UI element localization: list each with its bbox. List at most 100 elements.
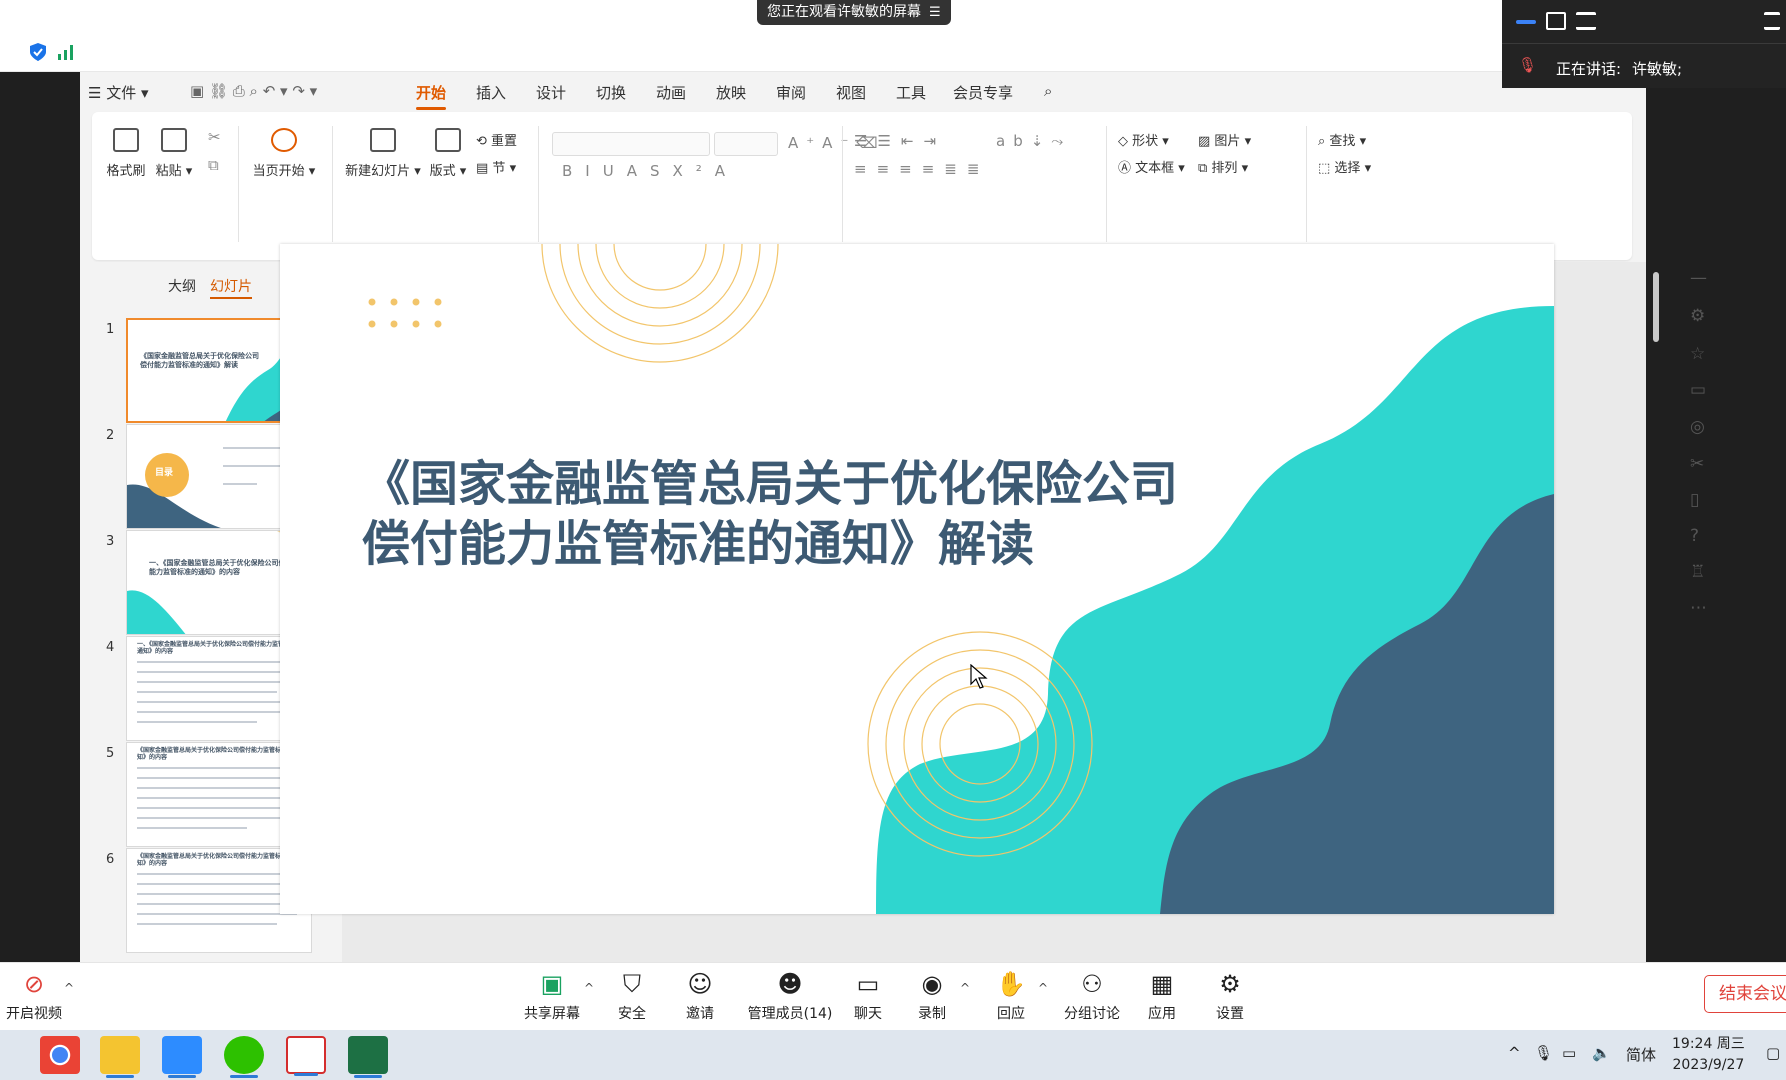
tab-start[interactable]: 开始 xyxy=(416,82,447,110)
share-banner-text: 您正在观看许敏敏的屏幕 xyxy=(767,4,921,20)
pdf-app-icon[interactable] xyxy=(286,1036,326,1076)
tab-review[interactable]: 审阅 xyxy=(776,82,806,103)
end-meeting-button[interactable]: 结束会议 xyxy=(1704,975,1786,1013)
ribbon-divider xyxy=(842,126,843,242)
book-icon[interactable]: ▯ xyxy=(1690,490,1699,510)
reset-button[interactable]: ⟲ 重置 xyxy=(476,130,517,149)
copy-icon[interactable]: ⧉ xyxy=(208,156,219,174)
file-menu[interactable]: ☰ 文件 ▾ xyxy=(88,82,149,103)
paste-button[interactable]: 粘贴 ▾ xyxy=(152,128,196,179)
ribbon-divider xyxy=(1306,126,1307,242)
signal-icon[interactable] xyxy=(56,42,76,62)
tab-slideshow[interactable]: 放映 xyxy=(716,82,746,103)
play-from-current-button[interactable]: 当页开始 ▾ xyxy=(244,128,324,179)
cut-icon[interactable]: ✂ xyxy=(208,128,221,146)
settings-button[interactable]: ⚙ 设置 xyxy=(1210,969,1250,1023)
excel-icon[interactable] xyxy=(348,1036,388,1078)
text-direction-icons[interactable]: ab⇣⤳ xyxy=(996,132,1071,150)
apps-button[interactable]: ▦ 应用 xyxy=(1142,969,1182,1023)
right-tool-column: — ⚙ ☆ ▭ ◎ ✂ ▯ ? ♖ ⋯ xyxy=(1680,262,1726,962)
file-explorer-icon[interactable] xyxy=(100,1036,140,1078)
arrange-button[interactable]: ⧉ 排列 ▾ xyxy=(1198,157,1248,176)
apps-grid-icon: ▦ xyxy=(1150,970,1174,998)
current-slide[interactable]: 《国家金融监管总局关于优化保险公司 偿付能力监管标准的通知》解读 xyxy=(280,244,1554,914)
shield-icon[interactable] xyxy=(28,42,48,62)
star-icon[interactable]: ☆ xyxy=(1690,344,1705,364)
thumbnail-text-line xyxy=(137,671,287,673)
record-button[interactable]: ◉ 录制 xyxy=(912,969,952,1023)
reactions-options-caret[interactable]: ^ xyxy=(1038,981,1048,995)
find-button[interactable]: ⌕ 查找 ▾ xyxy=(1318,130,1366,149)
new-slide-button[interactable]: 新建幻灯片 ▾ xyxy=(342,128,424,179)
microphone-icon[interactable]: 🎙 xyxy=(1534,1044,1553,1062)
font-family-select[interactable] xyxy=(552,132,710,156)
search-icon[interactable]: ⌕ xyxy=(1044,82,1052,100)
share-options-caret[interactable]: ^ xyxy=(584,981,594,995)
tab-outline[interactable]: 大纲 xyxy=(168,279,196,295)
adjust-icon[interactable]: ⚙ xyxy=(1690,306,1705,326)
video-options-caret[interactable]: ^ xyxy=(64,981,74,995)
slide-scrollbar[interactable] xyxy=(1653,272,1659,342)
comment-icon[interactable]: ▭ xyxy=(1690,380,1706,400)
shape-button[interactable]: ◇ 形状 ▾ xyxy=(1118,130,1169,149)
paragraph-align-icons[interactable]: ≡≡≡≡≣≣ xyxy=(854,160,989,178)
list-indent-icons[interactable]: ☰☰⇤⇥ xyxy=(854,132,946,150)
record-options-caret[interactable]: ^ xyxy=(960,981,970,995)
tab-design[interactable]: 设计 xyxy=(536,82,566,103)
manage-participants-button[interactable]: ☻ 管理成员(14) xyxy=(740,969,840,1023)
share-screen-icon: ▣ xyxy=(540,970,564,998)
share-screen-button[interactable]: ▣ 共享屏幕 xyxy=(520,969,584,1023)
zoom-app-icon[interactable] xyxy=(162,1036,202,1078)
font-style-icons[interactable]: BIUASX²A xyxy=(562,162,738,180)
help-icon[interactable]: ? xyxy=(1690,526,1699,546)
tab-view[interactable]: 视图 xyxy=(836,82,866,103)
tab-transition[interactable]: 切换 xyxy=(596,82,626,103)
tab-slides[interactable]: 幻灯片 xyxy=(210,279,252,299)
concentric-circles-top xyxy=(541,244,779,363)
start-video-button[interactable]: ⊘ 开启视频 xyxy=(4,969,64,1023)
shirt-icon[interactable]: ♖ xyxy=(1690,562,1705,582)
menu-lines-icon[interactable]: ☰ xyxy=(929,5,941,20)
system-clock[interactable]: 19:24 周三 2023/9/27 xyxy=(1672,1034,1745,1076)
reactions-button[interactable]: ✋ 回应 xyxy=(991,969,1031,1023)
list-view-icon[interactable] xyxy=(1764,12,1780,30)
menu-bar: ☰ 文件 ▾ ▣ ⛓ ⎙ ⌕ ↶ ▾ ↷ ▾ 开始 插入 设计 切换 动画 放映… xyxy=(80,72,1646,110)
show-hidden-icons-caret[interactable]: ^ xyxy=(1508,1044,1521,1062)
tools-icon[interactable]: ✂ xyxy=(1690,454,1704,474)
section-button[interactable]: ▤ 节 ▾ xyxy=(476,157,516,176)
tab-animation[interactable]: 动画 xyxy=(656,82,686,103)
picture-button[interactable]: ▨ 图片 ▾ xyxy=(1198,130,1251,149)
invite-button[interactable]: ☺ 邀请 xyxy=(680,969,720,1023)
ime-indicator[interactable]: 简体 xyxy=(1626,1044,1656,1065)
screen-share-banner[interactable]: 您正在观看许敏敏的屏幕 ☰ xyxy=(757,0,951,25)
tab-insert[interactable]: 插入 xyxy=(476,82,506,103)
more-icon[interactable]: ⋯ xyxy=(1690,598,1707,618)
slide-title[interactable]: 《国家金融监管总局关于优化保险公司 偿付能力监管标准的通知》解读 xyxy=(362,454,1182,574)
minus-icon[interactable]: — xyxy=(1690,268,1707,288)
thumbnail-title: 《国家金融监管总局关于优化保险公司偿付能力监管标准的通知》的内容 xyxy=(137,853,300,867)
gallery-view-icon[interactable] xyxy=(1576,12,1596,30)
zoom-speaker-panel: 🎙 正在讲话: 许敏敏; xyxy=(1502,0,1786,88)
tab-tools[interactable]: 工具 xyxy=(896,82,926,103)
minimize-icon[interactable] xyxy=(1516,20,1536,24)
quick-access-icons[interactable]: ▣ ⛓ ⎙ ⌕ ↶ ▾ ↷ ▾ xyxy=(190,82,317,100)
window-icon[interactable] xyxy=(1546,12,1566,30)
wechat-icon[interactable] xyxy=(224,1036,264,1078)
layout-button[interactable]: 版式 ▾ xyxy=(426,128,470,179)
volume-icon[interactable]: 🔈 xyxy=(1592,1044,1611,1062)
breakout-rooms-button[interactable]: ⚇ 分组讨论 xyxy=(1062,969,1122,1023)
format-painter-button[interactable]: 格式刷 xyxy=(104,128,148,179)
notification-icon[interactable]: ▢ xyxy=(1766,1044,1780,1062)
screen: 您正在观看许敏敏的屏幕 ☰ ☰ 文件 ▾ ▣ ⛓ ⎙ ⌕ ↶ ▾ ↷ ▾ 开始 插… xyxy=(0,0,1786,1080)
select-button[interactable]: ⬚ 选择 ▾ xyxy=(1318,157,1371,176)
font-size-select[interactable] xyxy=(714,132,778,156)
tab-member[interactable]: 会员专享 xyxy=(953,82,1013,103)
network-icon[interactable]: ▭ xyxy=(1562,1044,1576,1062)
security-button[interactable]: ⛉ 安全 xyxy=(612,969,652,1023)
textbox-button[interactable]: Ⓐ 文本框 ▾ xyxy=(1118,157,1185,176)
format-painter-icon xyxy=(113,128,139,152)
chat-button[interactable]: ▭ 聊天 xyxy=(848,969,888,1023)
speaker-label: 正在讲话: xyxy=(1556,60,1622,78)
chrome-icon[interactable] xyxy=(40,1036,80,1074)
animation-icon[interactable]: ◎ xyxy=(1690,417,1705,437)
